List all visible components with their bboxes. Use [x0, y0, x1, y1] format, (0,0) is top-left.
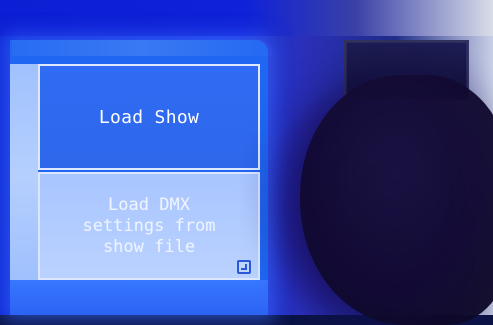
- load-dmx-settings-button[interactable]: Load DMX settings from show file: [38, 172, 260, 280]
- load-show-button[interactable]: Load Show: [38, 64, 260, 170]
- screen-bottom-area: [10, 280, 268, 315]
- left-panel: [10, 64, 38, 315]
- load-show-label: Load Show: [98, 106, 200, 128]
- submenu-arrow-icon: [237, 260, 251, 274]
- device-top-edge: [0, 0, 493, 36]
- device-screen: Load Show Load DMX settings from show fi…: [10, 40, 268, 315]
- load-dmx-settings-label: Load DMX settings from show file: [82, 194, 216, 257]
